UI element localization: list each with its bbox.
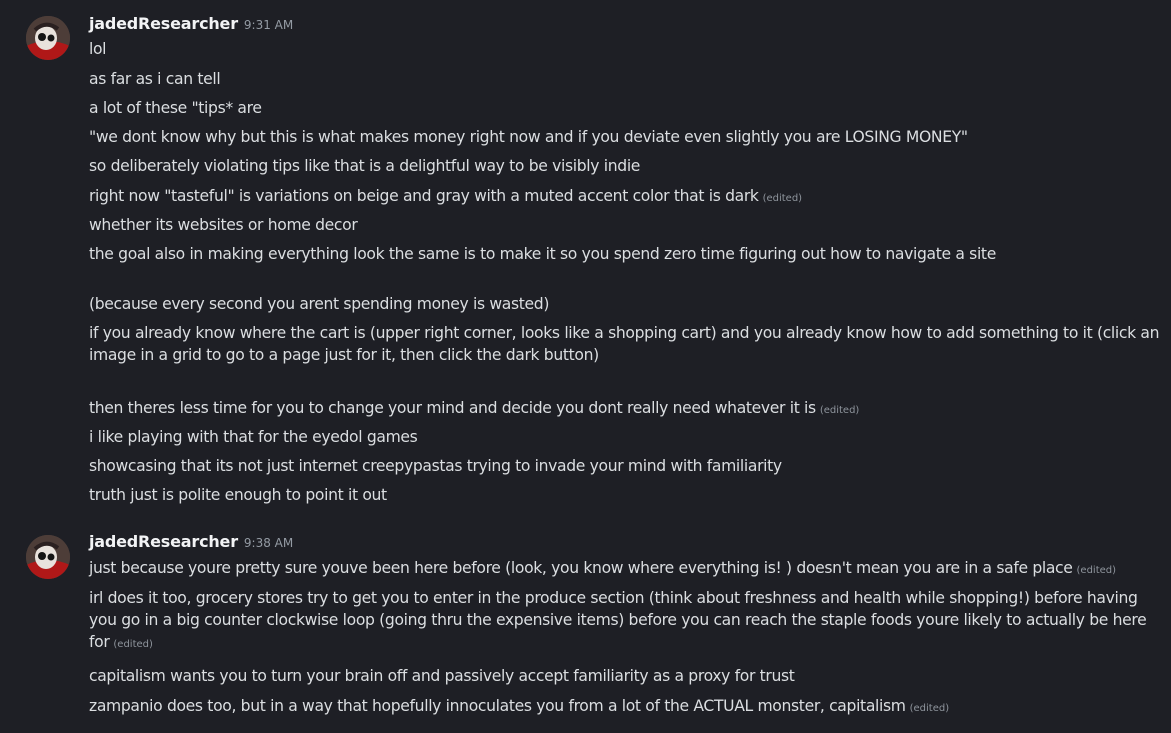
- message: truth just is polite enough to point it …: [89, 484, 1164, 506]
- message-text: "we dont know why but this is what makes…: [89, 128, 968, 146]
- avatar-image: [26, 535, 70, 579]
- timestamp[interactable]: 9:31 AM: [244, 18, 293, 32]
- message: (because every second you arent spending…: [89, 293, 1164, 315]
- message-text: lol: [89, 40, 107, 58]
- avatar[interactable]: [26, 16, 70, 60]
- message-text: irl does it too, grocery stores try to g…: [89, 589, 1147, 651]
- message-text: then theres less time for you to change …: [89, 399, 816, 417]
- message-text: i like playing with that for the eyedol …: [89, 428, 418, 446]
- chat-messages: jadedResearcher 9:31 AM lol as far as i c…: [0, 0, 1171, 733]
- message: just because youre pretty sure youve bee…: [89, 557, 1164, 582]
- message-text: showcasing that its not just internet cr…: [89, 457, 782, 475]
- timestamp[interactable]: 9:38 AM: [244, 536, 293, 550]
- message: right now "tasteful" is variations on be…: [89, 185, 1164, 210]
- message: zampanio does too, but in a way that hop…: [89, 695, 1164, 720]
- message-text: capitalism wants you to turn your brain …: [89, 667, 795, 685]
- message-text: the goal also in making everything look …: [89, 245, 996, 263]
- message: a lot of these "tips* are: [89, 97, 1164, 119]
- avatar[interactable]: [26, 535, 70, 579]
- message-text: as far as i can tell: [89, 70, 221, 88]
- message: i like playing with that for the eyedol …: [89, 426, 1164, 448]
- message-text: a lot of these "tips* are: [89, 99, 262, 117]
- message-text: (because every second you arent spending…: [89, 295, 550, 313]
- message-text: so deliberately violating tips like that…: [89, 157, 641, 175]
- message: then theres less time for you to change …: [89, 397, 1164, 422]
- message-text: truth just is polite enough to point it …: [89, 486, 387, 504]
- message-text: just because youre pretty sure youve bee…: [89, 559, 1073, 577]
- edited-label: (edited): [113, 639, 153, 650]
- message: showcasing that its not just internet cr…: [89, 455, 1164, 477]
- message: "we dont know why but this is what makes…: [89, 126, 1164, 148]
- message: so deliberately violating tips like that…: [89, 155, 1164, 177]
- message: as far as i can tell: [89, 68, 1164, 90]
- message: capitalism wants you to turn your brain …: [89, 665, 1164, 687]
- message: whether its websites or home decor: [89, 214, 1164, 236]
- avatar-image: [26, 16, 70, 60]
- username[interactable]: jadedResearcher: [89, 532, 238, 551]
- message-header: jadedResearcher 9:38 AM: [89, 532, 293, 556]
- message-header: jadedResearcher 9:31 AM: [89, 14, 293, 38]
- username[interactable]: jadedResearcher: [89, 14, 238, 33]
- edited-label: (edited): [1076, 565, 1117, 576]
- message-text: right now "tasteful" is variations on be…: [89, 187, 759, 205]
- message: the goal also in making everything look …: [89, 243, 1164, 265]
- edited-label: (edited): [909, 703, 950, 714]
- edited-label: (edited): [762, 193, 803, 204]
- message: lol: [89, 38, 1164, 60]
- message-text: zampanio does too, but in a way that hop…: [89, 697, 906, 715]
- edited-label: (edited): [819, 405, 860, 416]
- message: irl does it too, grocery stores try to g…: [89, 587, 1164, 656]
- message-text: if you already know where the cart is (u…: [89, 324, 1160, 364]
- message: if you already know where the cart is (u…: [89, 322, 1164, 366]
- message-text: whether its websites or home decor: [89, 216, 358, 234]
